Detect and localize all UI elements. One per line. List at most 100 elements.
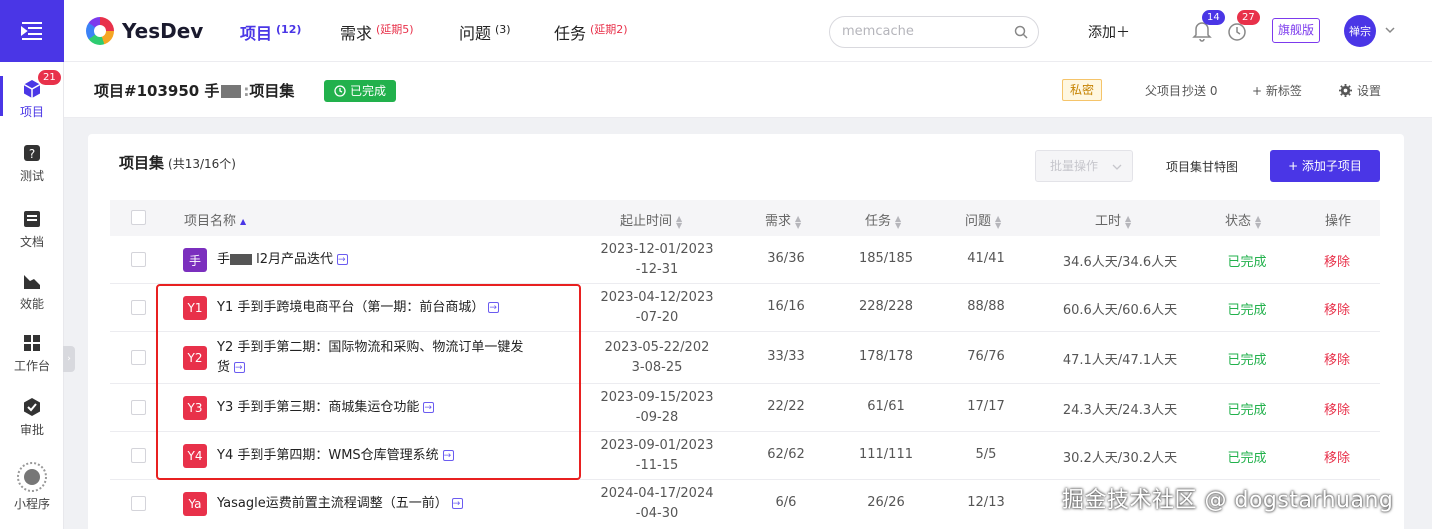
open-link-icon[interactable]	[337, 250, 349, 270]
reminder-badge: 27	[1237, 10, 1260, 25]
nav-requirement[interactable]: 需求 (延期5)	[340, 20, 414, 44]
row-checkbox[interactable]	[131, 350, 146, 365]
col-req[interactable]: 需求 ▲ ▼	[765, 210, 801, 229]
date-start: 2024-04-17/2024	[600, 486, 714, 501]
date-end: -04-30	[635, 506, 679, 521]
rail-item-label: 小程序	[13, 497, 50, 511]
project-name[interactable]: Yasagle运费前置主流程调整（五一前）	[217, 494, 463, 514]
cc-link[interactable]: 抄送 0	[1182, 82, 1217, 99]
date-end: -07-20	[635, 310, 679, 325]
search-icon[interactable]	[1014, 25, 1028, 43]
row-checkbox[interactable]	[131, 496, 146, 511]
col-name[interactable]: 项目名称 ▲	[184, 210, 246, 229]
table-row[interactable]: 手 手 l2月产品迭代 2023-12-01/2023-12-31 36/36 …	[110, 236, 1380, 284]
rail-item-project[interactable]: 21 项目	[0, 70, 64, 120]
open-link-icon[interactable]	[451, 494, 463, 514]
rail-badge: 21	[38, 70, 61, 85]
sort-icon: ▲ ▼	[795, 213, 802, 230]
gantt-link[interactable]: 项目集甘特图	[1166, 158, 1238, 175]
project-name[interactable]: 手 l2月产品迭代	[217, 250, 349, 270]
issue-cell: 76/76	[967, 349, 1005, 364]
col-date[interactable]: 起止时间 ▲ ▼	[620, 210, 682, 229]
rail-item-approve[interactable]: 审批	[0, 396, 64, 438]
project-name-cell[interactable]: 手 手 l2月产品迭代	[183, 248, 349, 272]
approve-icon	[21, 396, 43, 418]
add-button[interactable]: 添加＋	[1088, 22, 1130, 42]
remove-button[interactable]: 移除	[1307, 399, 1367, 418]
task-cell: 111/111	[858, 447, 913, 462]
svg-text:?: ?	[29, 147, 35, 161]
hours-cell: 47.1人天/47.1人天	[1062, 353, 1178, 368]
row-checkbox[interactable]	[131, 252, 146, 267]
rail-item-label: 项目	[19, 105, 44, 119]
project-avatar: Ya	[183, 492, 207, 516]
brand-logo[interactable]: YesDev	[86, 17, 203, 45]
task-cell: 228/228	[858, 299, 913, 314]
settings-button[interactable]: 设置	[1339, 82, 1381, 99]
nav-project[interactable]: 项目 (12)	[240, 20, 301, 44]
rail-item-workspace[interactable]: 工作台	[0, 332, 64, 374]
nav-issue[interactable]: 问题 (3)	[459, 20, 511, 44]
req-cell: 6/6	[775, 495, 797, 510]
task-cell: 26/26	[867, 495, 905, 510]
rail-item-test[interactable]: ? 测试	[0, 142, 64, 184]
collapse-handle[interactable]: ›	[63, 346, 75, 372]
status-cell: 已完成	[1227, 255, 1267, 270]
reminder-button[interactable]: 27	[1227, 10, 1260, 46]
sort-icon: ▲ ▼	[995, 213, 1002, 230]
req-cell: 22/22	[767, 399, 805, 414]
issue-cell: 41/41	[967, 251, 1005, 266]
sort-icon: ▲	[240, 217, 247, 226]
rail-item-doc[interactable]: 文档	[0, 208, 64, 250]
row-checkbox[interactable]	[131, 448, 146, 463]
search-input[interactable]	[842, 24, 1012, 39]
gear-icon	[1339, 84, 1352, 97]
watermark: 掘金技术社区 @ dogstarhuang	[1062, 488, 1394, 513]
private-badge[interactable]: 私密	[1062, 79, 1103, 101]
table-header: 项目名称 ▲ 起止时间 ▲ ▼ 需求 ▲ ▼ 任务 ▲ ▼ 问题 ▲ ▼ 工时 ▲ ▼ 状态 ▲ ▼ 操作	[110, 200, 1380, 236]
logo-icon	[86, 17, 114, 45]
chevron-down-icon[interactable]	[1384, 24, 1396, 36]
menu-toggle-button[interactable]	[0, 0, 64, 62]
new-tag-button[interactable]: + 新标签	[1252, 82, 1302, 99]
chart-icon	[21, 270, 43, 292]
col-status[interactable]: 状态 ▲ ▼	[1225, 210, 1261, 229]
nav-count: (延期2)	[590, 22, 628, 36]
nav-label: 任务	[554, 24, 587, 43]
nav-task[interactable]: 任务 (延期2)	[554, 20, 628, 44]
nav-label: 项目	[240, 24, 273, 43]
status-badge[interactable]: 已完成	[324, 80, 397, 102]
parent-project-link[interactable]: 父项目	[1145, 82, 1181, 99]
col-hours[interactable]: 工时 ▲ ▼	[1095, 210, 1131, 229]
col-label: 状态	[1225, 214, 1252, 229]
project-name-cell[interactable]: Ya Yasagle运费前置主流程调整（五一前）	[183, 492, 463, 516]
rail-item-efficiency[interactable]: 效能	[0, 270, 64, 312]
nav-count: (延期5)	[376, 22, 414, 36]
remove-button[interactable]: 移除	[1307, 447, 1367, 466]
name-part: 手	[217, 252, 231, 267]
rail-item-miniprogram[interactable]: 小程序	[0, 462, 64, 512]
row-checkbox[interactable]	[131, 400, 146, 415]
batch-action-dropdown[interactable]: 批量操作	[1035, 150, 1133, 182]
remove-button[interactable]: 移除	[1307, 349, 1367, 368]
select-all-checkbox[interactable]	[131, 210, 146, 225]
add-child-project-button[interactable]: + 添加子项目	[1270, 150, 1380, 182]
name-text: Yasagle运费前置主流程调整（五一前）	[217, 496, 448, 511]
col-issue[interactable]: 问题 ▲ ▼	[965, 210, 1001, 229]
workspace-icon	[21, 332, 43, 354]
date-start: 2023-09-01/2023	[600, 438, 714, 453]
col-task[interactable]: 任务 ▲ ▼	[865, 210, 901, 229]
top-bar: YesDev 项目(12) 需求(延期5) 问题(3) 任务(延期2) 添加＋ …	[64, 0, 1432, 62]
status-cell: 已完成	[1227, 303, 1267, 318]
row-checkbox[interactable]	[131, 300, 146, 315]
menu-icon	[21, 22, 42, 40]
brand-name: YesDev	[122, 19, 204, 43]
edition-badge[interactable]: 旗舰版	[1272, 18, 1321, 43]
avatar[interactable]: 禅宗	[1344, 15, 1376, 47]
card-count: (共13/16个)	[168, 157, 236, 171]
remove-button[interactable]: 移除	[1307, 299, 1367, 318]
date-end: -09-28	[635, 410, 679, 425]
settings-label: 设置	[1357, 84, 1382, 98]
notification-button[interactable]: 14	[1192, 10, 1225, 46]
remove-button[interactable]: 移除	[1307, 251, 1367, 270]
